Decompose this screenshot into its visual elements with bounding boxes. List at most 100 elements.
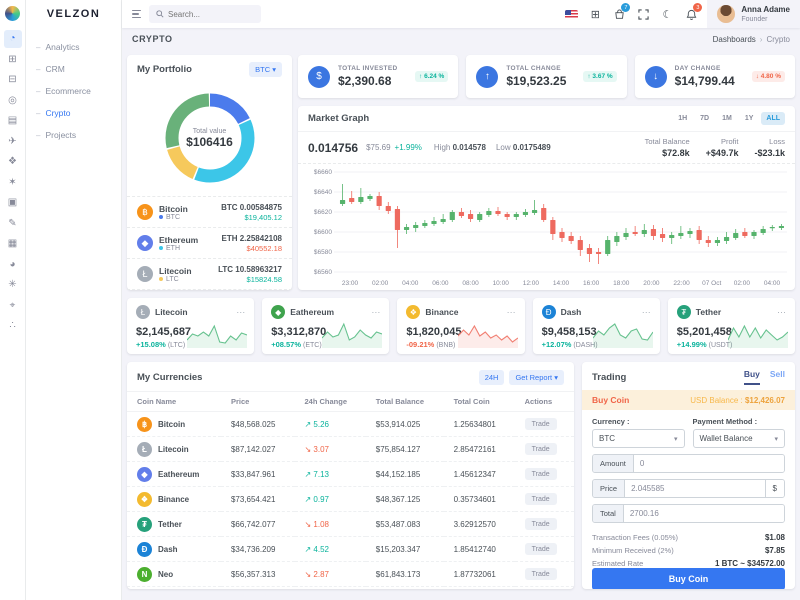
trade-button[interactable]: Trade	[524, 568, 557, 580]
range-tab-1y[interactable]: 1Y	[740, 112, 759, 125]
landing-icon[interactable]: ✈	[4, 132, 22, 150]
total-input[interactable]	[623, 505, 784, 522]
trade-button[interactable]: Trade	[524, 443, 557, 455]
multilevel-icon[interactable]: ∴	[4, 317, 22, 335]
cell-24h-change: ↗ 5.26	[304, 419, 330, 429]
portfolio-coin-row[interactable]: Ł Litecoin LTC LTC 10.58963217 $15824.58	[127, 258, 292, 289]
fullscreen-icon[interactable]	[632, 3, 654, 25]
forms-icon[interactable]: ✎	[4, 214, 22, 232]
breadcrumb-link[interactable]: Dashboards	[713, 35, 756, 44]
more-options-icon[interactable]: ⋯	[642, 307, 651, 318]
more-options-icon[interactable]: ⋯	[777, 307, 786, 318]
notifications-bell-icon[interactable]: 3	[680, 3, 703, 25]
trade-button[interactable]: Trade	[524, 468, 557, 480]
search-input[interactable]	[168, 9, 248, 19]
svg-text:08:00: 08:00	[462, 280, 479, 287]
sidebar-item-crypto[interactable]: – Crypto	[26, 102, 121, 124]
range-tab-1m[interactable]: 1M	[717, 112, 737, 125]
cart-icon[interactable]: 7	[608, 3, 631, 25]
stat-icon: ↓	[644, 65, 667, 88]
more-options-icon[interactable]: ⋯	[371, 307, 380, 318]
cell-24h-change: ↗ 4.52	[294, 536, 366, 562]
bitcoin-icon: ฿	[137, 204, 153, 220]
buy-coin-button[interactable]: Buy Coin	[592, 568, 785, 589]
currency-select[interactable]: BTC ▾	[592, 429, 685, 448]
cell-price: $62,357.649	[220, 586, 295, 589]
svg-text:04:00: 04:00	[402, 280, 419, 287]
icons-icon[interactable]: ✳	[4, 276, 22, 294]
svg-text:22:00: 22:00	[673, 280, 690, 287]
base-ui-icon[interactable]: ❖	[4, 153, 22, 171]
payment-method-select[interactable]: Wallet Balance ▾	[692, 429, 785, 448]
litecoin-icon: Ł	[137, 441, 152, 457]
user-name: Anna Adame	[741, 5, 790, 15]
range-tab-7d[interactable]: 7D	[695, 112, 714, 125]
cell-total-coin: 0.95632087	[443, 586, 515, 589]
user-menu[interactable]: Anna Adame Founder	[707, 0, 800, 28]
trade-button[interactable]: Trade	[524, 418, 557, 430]
portfolio-coin-row[interactable]: Đ Dash DASH DASH 204.28565885 $30635.84	[127, 289, 292, 290]
eathereum-icon: ◆	[137, 466, 152, 482]
logo-mini-icon[interactable]	[5, 6, 20, 21]
language-flag-icon[interactable]	[560, 3, 582, 25]
stat-card: ↓ DAY CHANGE $14,799.44 ↓ 4.80 %	[634, 55, 795, 98]
range-tab-1h[interactable]: 1H	[673, 112, 692, 125]
charts-icon[interactable]: ◕	[4, 255, 22, 273]
advance-ui-icon[interactable]: ✶	[4, 173, 22, 191]
stat-card: ↑ TOTAL CHANGE $19,523.25 ↑ 3.67 %	[466, 55, 627, 98]
table-row: N Neo $56,357.313 ↘ 2.87 $61,843.173 1.87…	[127, 561, 574, 587]
price-input[interactable]	[625, 480, 765, 497]
sidebar-item-crm[interactable]: – CRM	[26, 58, 121, 80]
cell-total-coin: 3.62912570	[443, 511, 515, 537]
cell-price: $33,847.961	[220, 461, 295, 487]
more-options-icon[interactable]: ⋯	[236, 307, 245, 318]
portfolio-coin-row[interactable]: ◆ Ethereum ETH ETH 2.25842108 $40552.18	[127, 227, 292, 258]
hamburger-icon[interactable]	[132, 9, 141, 19]
notifications-badge: 3	[693, 3, 703, 12]
svg-text:10:00: 10:00	[493, 280, 510, 287]
tables-icon[interactable]: ▦	[4, 235, 22, 253]
pages-icon[interactable]: ▤	[4, 112, 22, 130]
cell-24h-change: ↘ 3.07	[294, 436, 366, 462]
widgets-icon[interactable]: ▣	[4, 194, 22, 212]
amount-input[interactable]	[633, 455, 784, 472]
portfolio-coin-row[interactable]: ฿ Bitcoin BTC BTC 0.00584875 $19,405.12	[127, 196, 292, 227]
binance-icon: ❖	[406, 305, 421, 319]
coin-card-litecoin: Ł Litecoin ⋯ $2,145,687 +15.08% (LTC)	[127, 298, 255, 354]
authentication-icon[interactable]: ◎	[4, 91, 22, 109]
sparkline-chart	[322, 322, 383, 348]
svg-text:06:00: 06:00	[432, 280, 449, 287]
cell-total-balance: $44,152.185	[365, 461, 444, 487]
svg-text:$6560: $6560	[314, 269, 332, 276]
sidebar-item-ecommerce[interactable]: – Ecommerce	[26, 80, 121, 102]
dashboards-icon[interactable]: ◔	[3, 29, 22, 48]
portfolio-currency-dropdown[interactable]: BTC ▾	[249, 62, 282, 77]
apps-icon[interactable]: ⊞	[4, 50, 22, 68]
sidebar-item-projects[interactable]: – Projects	[26, 124, 121, 146]
trade-button[interactable]: Trade	[524, 543, 557, 555]
breadcrumb-current: Crypto	[766, 34, 790, 44]
cell-total-balance: $54,843.173	[365, 586, 444, 589]
trade-button[interactable]: Trade	[524, 518, 557, 530]
layouts-icon[interactable]: ⊟	[4, 71, 22, 89]
trade-button[interactable]: Trade	[524, 493, 557, 505]
sidebar-item-analytics[interactable]: – Analytics	[26, 36, 121, 58]
table-row: Ł Litecoin $87,142.027 ↘ 3.07 $75,854.127…	[127, 436, 574, 462]
range-tab-all[interactable]: ALL	[761, 112, 785, 125]
cell-coin-name: Neo	[158, 569, 174, 579]
get-report-button[interactable]: Get Report ▾	[509, 370, 564, 385]
maps-icon[interactable]: ⌖	[4, 296, 22, 314]
cell-24h-change: ↘ 2.87	[294, 561, 366, 587]
coin-card-name: Eathereum	[290, 307, 335, 317]
my-portfolio-card: My Portfolio BTC ▾ Total value $106416 ฿…	[127, 55, 292, 290]
column-header: Total Balance	[365, 391, 444, 412]
trading-tab-buy[interactable]: Buy	[743, 369, 760, 385]
trading-tab-sell[interactable]: Sell	[770, 369, 785, 385]
coin-card-tether: ₮ Tether ⋯ $5,201,458 +14.99% (USDT)	[667, 298, 795, 354]
dark-mode-icon[interactable]: ☾	[656, 3, 678, 25]
donut-center-label: Total value	[192, 127, 227, 135]
apps-grid-icon[interactable]: ⊞	[584, 3, 606, 25]
brand-logo[interactable]: VELZON	[26, 0, 121, 28]
range-24h-button[interactable]: 24H	[478, 370, 505, 385]
more-options-icon[interactable]: ⋯	[507, 307, 516, 318]
